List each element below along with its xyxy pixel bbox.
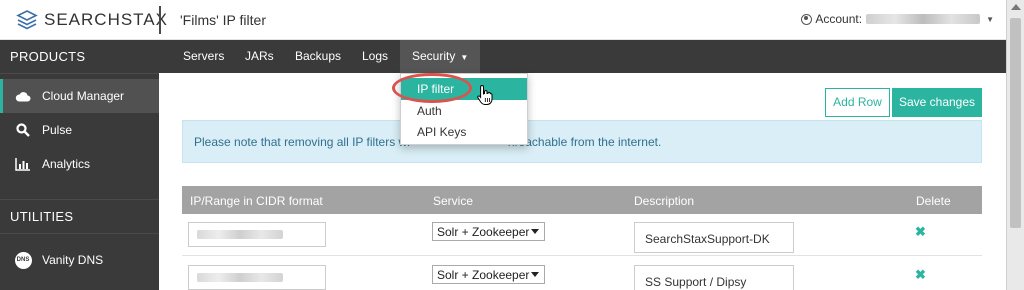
delete-icon[interactable]: ✖ <box>915 267 926 283</box>
col-description: Description <box>634 194 695 208</box>
ip-redacted <box>197 230 283 239</box>
ip-range-input[interactable] <box>188 222 326 247</box>
cloud-icon <box>14 91 32 102</box>
page-title: 'Films' IP filter <box>180 12 266 28</box>
account-name-redacted <box>866 14 981 24</box>
notice-text-start: Please note that removing all IP filters… <box>194 135 410 149</box>
service-selected-value: Solr + Zookeeper <box>437 268 530 282</box>
account-label: Account: <box>815 12 863 26</box>
highlight-annotation <box>392 73 472 103</box>
service-select[interactable]: Solr + Zookeeper <box>432 265 545 284</box>
select-arrow-icon <box>531 272 539 277</box>
header-divider <box>159 6 161 34</box>
delete-icon[interactable]: ✖ <box>915 224 926 240</box>
save-changes-button[interactable]: Save changes <box>892 88 982 117</box>
nav-backups[interactable]: Backups <box>283 40 353 73</box>
sidebar-item-analytics[interactable]: Analytics <box>0 147 159 181</box>
menu-item-auth[interactable]: Auth <box>401 100 527 122</box>
sidebar-item-label: Cloud Manager <box>42 89 125 103</box>
nav-security[interactable]: Security ▼ <box>400 40 481 73</box>
sidebar-heading-utilities: UTILITIES <box>10 209 74 224</box>
user-icon <box>801 13 813 25</box>
select-arrow-icon <box>531 229 539 234</box>
bar-chart-icon <box>14 157 32 171</box>
table-row: Solr + Zookeeper SearchStaxSupport-DK ✖ <box>182 214 982 256</box>
sidebar-item-label: Pulse <box>42 123 73 137</box>
top-header: SEARCHSTAX 'Films' IP filter Account: ▼ <box>0 0 1006 40</box>
sidebar-item-label: Vanity DNS <box>42 253 104 267</box>
hand-cursor-icon <box>477 84 493 105</box>
info-notice: Please note that removing all IP filters… <box>182 120 982 163</box>
caret-down-icon: ▼ <box>986 14 994 24</box>
table-row: Solr + Zookeeper SS Support / Dipsy ✖ <box>182 257 982 290</box>
add-row-button[interactable]: Add Row <box>825 88 890 117</box>
nav-servers[interactable]: Servers <box>171 40 236 73</box>
search-icon <box>14 123 32 137</box>
scrollbar-thumb[interactable] <box>1010 18 1021 228</box>
vertical-scrollbar[interactable] <box>1006 0 1024 290</box>
service-selected-value: Solr + Zookeeper <box>437 225 530 239</box>
sidebar-divider <box>0 233 159 234</box>
top-nav: Servers JARs Backups Logs Security ▼ <box>159 40 1006 73</box>
notice-text-end: nreachable from the internet. <box>507 135 662 149</box>
col-delete: Delete <box>916 194 951 208</box>
sidebar: PRODUCTS Cloud Manager Pulse Analytics U… <box>0 40 159 290</box>
nav-security-label: Security <box>412 49 456 63</box>
logo-mark-icon <box>16 10 38 30</box>
service-select[interactable]: Solr + Zookeeper <box>432 222 545 241</box>
sidebar-item-pulse[interactable]: Pulse <box>0 113 159 147</box>
description-input[interactable]: SearchStaxSupport-DK <box>634 222 794 253</box>
description-input[interactable]: SS Support / Dipsy <box>634 265 794 290</box>
ip-redacted <box>197 273 283 282</box>
ip-range-input[interactable] <box>188 265 326 290</box>
nav-jars[interactable]: JARs <box>233 40 286 73</box>
sidebar-item-cloud-manager[interactable]: Cloud Manager <box>0 79 159 113</box>
col-service: Service <box>433 194 474 208</box>
sidebar-item-vanity-dns[interactable]: DNS Vanity DNS <box>0 243 159 277</box>
table-header: IP/Range in CIDR format Service Descript… <box>182 186 982 214</box>
col-ip-range: IP/Range in CIDR format <box>190 194 323 208</box>
nav-logs[interactable]: Logs <box>350 40 400 73</box>
scroll-up-arrow-icon[interactable] <box>1011 4 1021 10</box>
sidebar-divider <box>0 199 159 200</box>
caret-down-icon: ▼ <box>460 53 469 62</box>
dns-icon: DNS <box>14 251 32 269</box>
sidebar-divider <box>0 73 159 74</box>
dns-icon-text: DNS <box>14 251 32 269</box>
logo-text: SEARCHSTAX <box>44 10 168 29</box>
sidebar-heading-products: PRODUCTS <box>10 49 86 64</box>
sidebar-item-label: Analytics <box>42 157 91 171</box>
searchstax-logo[interactable]: SEARCHSTAX <box>16 9 168 31</box>
menu-item-api-keys[interactable]: API Keys <box>401 121 527 143</box>
account-menu[interactable]: Account: ▼ <box>801 12 994 26</box>
